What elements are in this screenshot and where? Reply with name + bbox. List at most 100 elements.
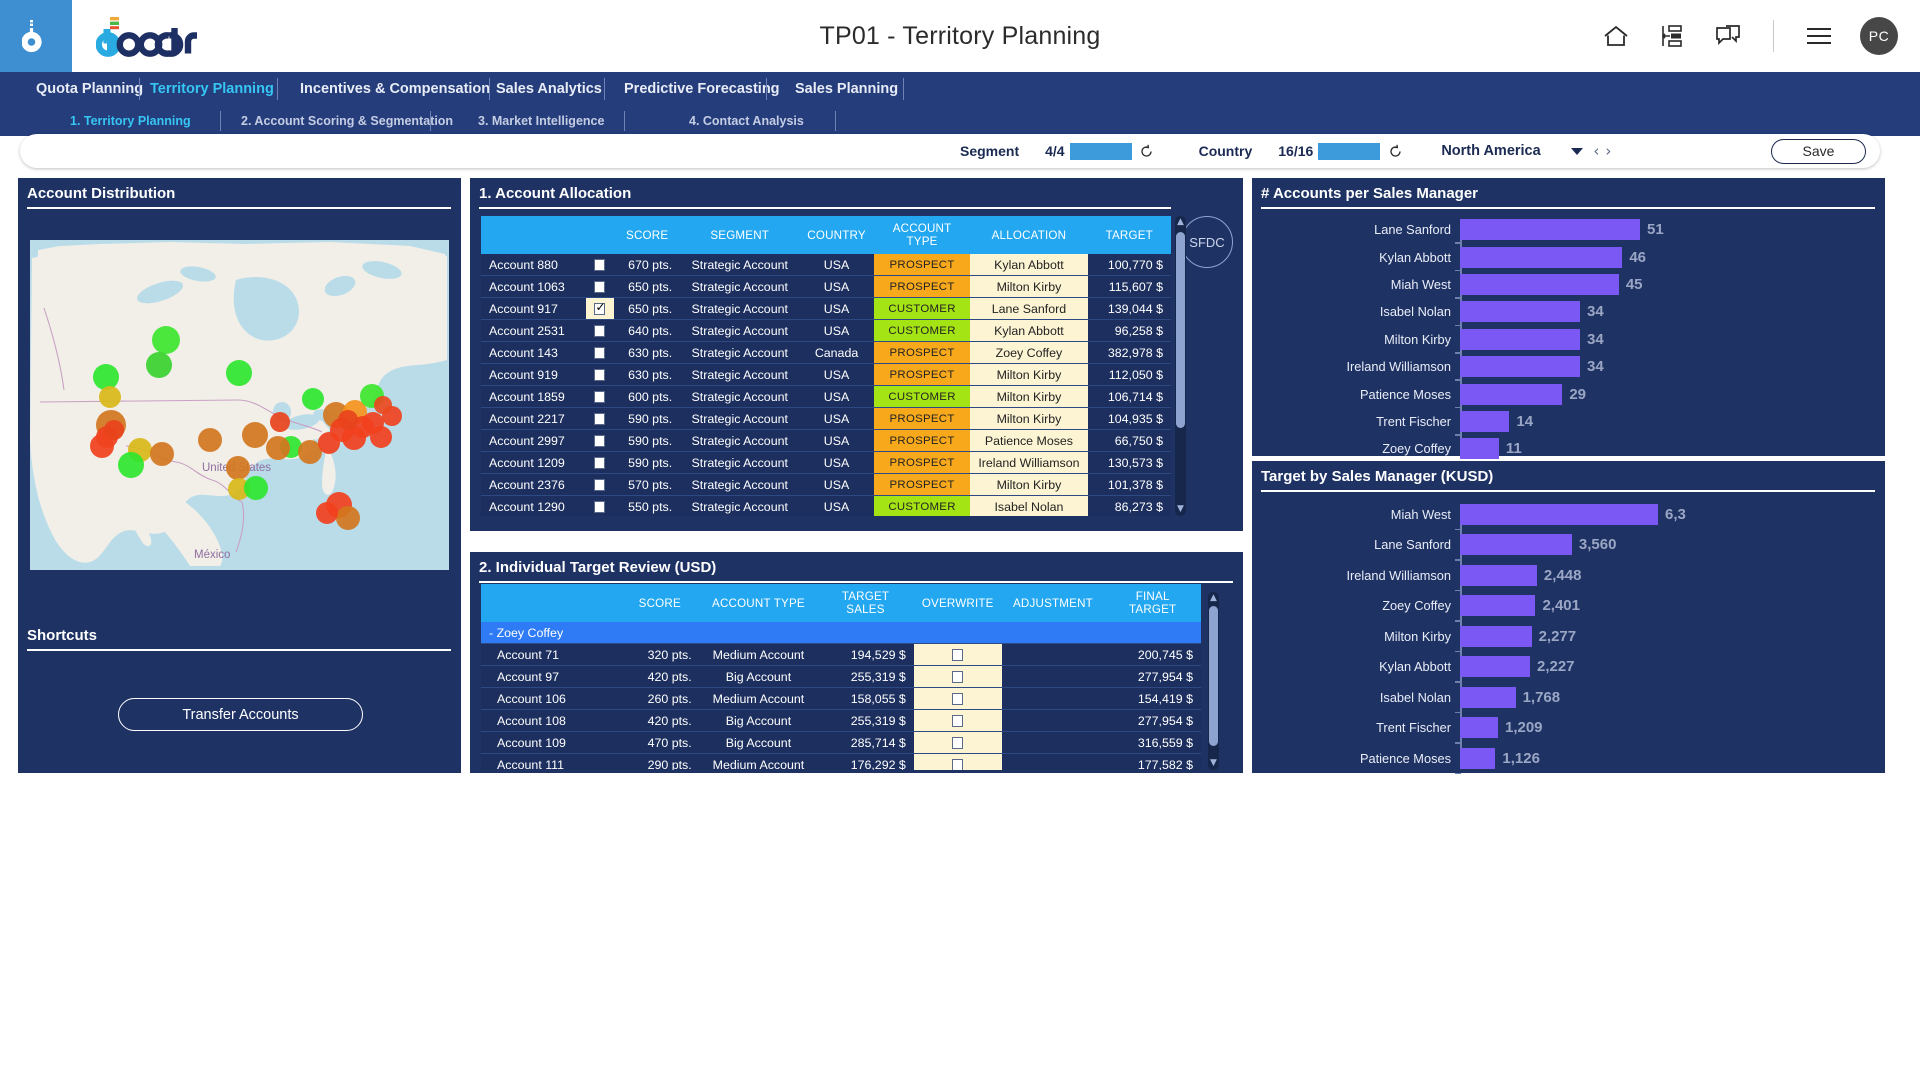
chart-bar-row[interactable]: Ireland Williamson 34 [1252,353,1885,380]
chart-bar-row[interactable]: Isabel Nolan 34 [1252,298,1885,325]
col-header-segment[interactable]: SEGMENT [680,216,800,254]
cell-allocation[interactable]: Milton Kirby [970,275,1088,298]
home-icon[interactable] [1601,21,1631,51]
save-button[interactable]: Save [1771,138,1866,164]
chart-bar[interactable] [1460,595,1536,617]
scrollbar-thumb[interactable] [1209,606,1218,746]
col-header-overwrite[interactable]: OVERWRITE [913,584,1002,622]
comments-icon[interactable] [1713,21,1743,51]
chart-bar[interactable] [1460,534,1572,556]
cell-adjustment[interactable] [1001,731,1105,754]
chart-bar[interactable] [1460,246,1623,268]
chart-bar-row[interactable]: Patience Moses 29 [1252,380,1885,407]
chart-bar[interactable] [1460,717,1498,739]
chart-bar-row[interactable]: Miah West 6,3 [1252,499,1885,530]
chart-bar-row[interactable]: Trent Fischer 1,209 [1252,713,1885,744]
map-marker[interactable] [244,476,268,500]
map-marker[interactable] [198,428,222,452]
overwrite-checkbox[interactable] [952,715,964,728]
group-row[interactable]: - Zoey Coffey [481,622,1201,644]
row-checkbox-cell[interactable] [585,275,615,298]
chart-bar-row[interactable]: Isabel Nolan 1,768 [1252,682,1885,713]
subnav-tab-4[interactable]: 4. Contact Analysis [689,114,804,128]
chart-bar[interactable] [1460,301,1580,323]
row-checkbox[interactable] [594,457,606,470]
layout-icon[interactable] [1657,21,1687,51]
row-checkbox-cell[interactable] [585,363,615,386]
row-checkbox-cell[interactable] [585,254,615,276]
chart-bar[interactable] [1460,383,1563,405]
table-row[interactable]: Account 106 260 pts. Medium Account 158,055… [481,687,1201,710]
col-header-target-sales[interactable]: TARGET SALES [817,584,914,622]
target-review-table[interactable]: SCORE ACCOUNT TYPE TARGET SALES OVERWRITE AD… [481,584,1201,770]
row-checkbox[interactable] [594,259,606,272]
map-marker[interactable] [152,326,180,354]
map-marker[interactable] [266,436,290,460]
nav-tab-predictive-forecasting[interactable]: Predictive Forecasting [624,81,780,97]
col-header-blank-1[interactable] [585,216,615,254]
nav-tab-incentives-compensation[interactable]: Incentives & Compensation [300,81,490,97]
subnav-tab-3[interactable]: 3. Market Intelligence [478,114,604,128]
scrollbar-thumb[interactable] [1176,232,1185,428]
overwrite-checkbox-cell[interactable] [913,709,1002,732]
region-select[interactable]: North America ‹ › [1441,142,1611,160]
map-marker[interactable] [270,412,290,432]
chart-bar[interactable] [1460,328,1580,350]
overwrite-checkbox-cell[interactable] [913,731,1002,754]
table-row[interactable]: Account 919 630 pts. Strategic Account USA P… [481,363,1171,386]
overwrite-checkbox-cell[interactable] [913,687,1002,710]
cell-allocation[interactable]: Milton Kirby [970,363,1088,386]
cell-allocation[interactable]: Isabel Nolan [970,495,1088,516]
map-marker[interactable] [226,456,250,480]
scroll-down-icon[interactable]: ▼ [1176,505,1185,514]
row-checkbox[interactable] [594,413,606,426]
col-header-account-type[interactable]: ACCOUNT TYPE [873,216,971,254]
chart-bar-row[interactable]: Zoey Coffey 11 [1252,435,1885,462]
chart-bar[interactable] [1460,438,1499,460]
table-row[interactable]: Account 917 650 pts.Strategic AccountUSAC… [481,297,1171,320]
chart-bar-row[interactable]: Kylan Abbott 46 [1252,243,1885,270]
chart-bar[interactable] [1460,656,1530,678]
chart-bar[interactable] [1460,747,1496,769]
map-marker[interactable] [374,396,392,414]
cell-allocation[interactable]: Milton Kirby [970,407,1088,430]
cell-allocation[interactable]: Milton Kirby [970,473,1088,496]
table-row[interactable]: Account 880 670 pts. Strategic Account USA P… [481,254,1171,276]
country-reset-icon[interactable] [1387,143,1403,159]
table-row[interactable]: Account 1290 550 pts. Strategic Account USA… [481,495,1171,516]
map-marker[interactable] [336,506,360,530]
col-header-score[interactable]: SCORE [614,216,681,254]
overwrite-checkbox[interactable] [952,759,964,770]
table-row[interactable]: Account 2997 590 pts. Strategic Account USA… [481,429,1171,452]
chart-bar-row[interactable]: Lane Sanford 51 [1252,216,1885,243]
row-checkbox[interactable] [594,300,606,316]
chart-bar-row[interactable]: Lane Sanford 3,560 [1252,530,1885,561]
sfdc-button[interactable]: SFDC [1181,216,1233,268]
hamburger-menu-icon[interactable] [1804,21,1834,51]
cell-adjustment[interactable] [1001,643,1105,666]
cell-allocation[interactable]: Milton Kirby [970,385,1088,408]
overwrite-checkbox[interactable] [952,649,964,662]
cell-allocation[interactable]: Ireland Williamson [970,451,1088,474]
account-allocation-table[interactable]: SCORE SEGMENT COUNTRY ACCOUNT TYPE ALLOCATIO… [481,216,1171,516]
row-checkbox[interactable] [594,281,606,294]
cell-allocation[interactable]: Lane Sanford [970,297,1088,320]
cell-adjustment[interactable] [1001,709,1105,732]
map-marker[interactable] [338,410,358,430]
table-row[interactable]: Account 71 320 pts. Medium Account 194,529 … [481,643,1201,666]
scroll-up-icon[interactable]: ▲ [1176,218,1185,227]
row-checkbox-cell[interactable] [585,319,615,342]
table-row[interactable]: Account 1209 590 pts. Strategic Account USA… [481,451,1171,474]
board-logo-tile[interactable] [0,0,72,72]
row-checkbox-cell[interactable] [585,495,615,516]
chart-bar[interactable] [1460,273,1619,295]
col-header-final-target[interactable]: FINAL TARGET [1104,584,1201,622]
map-marker[interactable] [99,386,121,408]
col-header-blank-0[interactable] [481,584,620,622]
overwrite-checkbox-cell[interactable] [913,665,1002,688]
chart-bar-row[interactable]: Kylan Abbott 2,227 [1252,652,1885,683]
row-checkbox-cell[interactable] [585,385,615,408]
chart-bar[interactable] [1460,686,1516,708]
row-checkbox[interactable] [594,391,606,404]
cell-adjustment[interactable] [1001,665,1105,688]
